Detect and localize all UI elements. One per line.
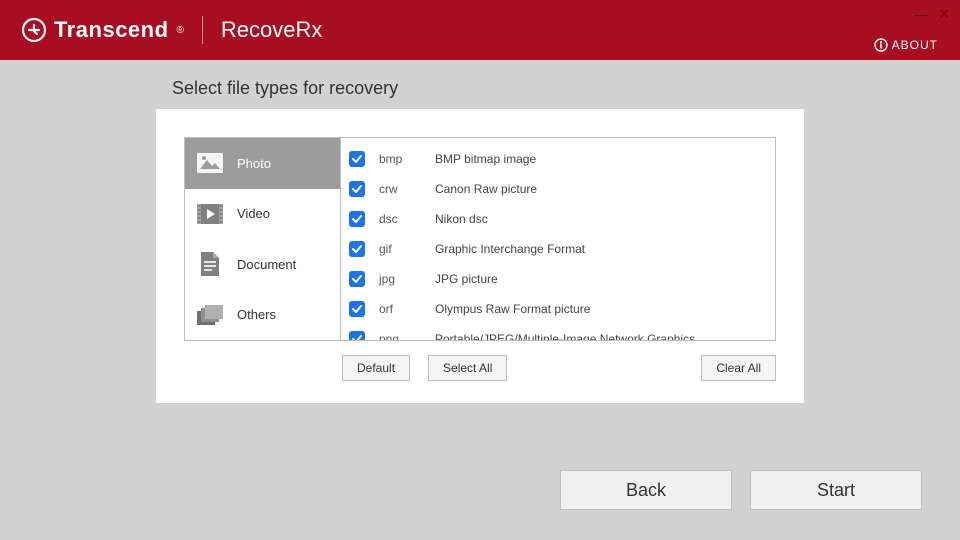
category-document[interactable]: Document [185,239,340,290]
checkbox[interactable] [349,301,365,317]
checkbox[interactable] [349,331,365,340]
back-button[interactable]: Back [560,470,732,510]
filetype-panel: Photo [184,137,776,341]
info-icon [874,38,888,52]
checkbox[interactable] [349,211,365,227]
brand-logo-icon [20,16,48,44]
footer-actions: Back Start [560,470,922,510]
file-type-row: jpg JPG picture [349,264,771,294]
photo-icon [195,152,225,174]
file-type-row: gif Graphic Interchange Format [349,234,771,264]
window-controls: — ✕ [914,6,950,23]
file-type-list[interactable]: bmp BMP bitmap image crw Canon Raw pictu… [341,138,775,340]
registered-mark: ® [177,25,184,36]
category-others[interactable]: Others [185,290,340,341]
file-desc: Graphic Interchange Format [435,242,585,256]
file-desc: Canon Raw picture [435,182,537,196]
start-button[interactable]: Start [750,470,922,510]
file-ext: orf [379,302,435,316]
category-label: Others [237,307,276,322]
brand-logo: Transcend ® [20,16,184,44]
file-desc: JPG picture [435,272,498,286]
document-icon [195,251,225,277]
file-type-row: bmp BMP bitmap image [349,144,771,174]
category-list: Photo [185,138,341,340]
category-label: Document [237,257,296,272]
minimize-button[interactable]: — [914,6,928,23]
about-link[interactable]: ABOUT [874,38,938,52]
select-all-button[interactable]: Select All [428,355,507,381]
category-label: Photo [237,156,271,171]
file-ext: png [379,332,435,340]
default-button[interactable]: Default [342,355,410,381]
video-icon [195,203,225,225]
file-type-row: png Portable/JPEG/Multiple-Image Network… [349,324,771,340]
file-desc: Portable/JPEG/Multiple-Image Network Gra… [435,332,695,340]
others-icon [195,303,225,327]
brand-name: Transcend [54,17,169,43]
file-desc: Nikon dsc [435,212,488,226]
close-button[interactable]: ✕ [938,6,950,23]
app-name: RecoveRx [221,17,322,43]
page-title: Select file types for recovery [172,78,960,99]
category-photo[interactable]: Photo [185,138,340,189]
file-desc: BMP bitmap image [435,152,536,166]
checkbox[interactable] [349,151,365,167]
file-ext: crw [379,182,435,196]
file-type-row: crw Canon Raw picture [349,174,771,204]
header-divider [202,16,203,44]
category-video[interactable]: Video [185,189,340,240]
clear-all-button[interactable]: Clear All [701,355,776,381]
category-label: Video [237,206,270,221]
checkbox[interactable] [349,181,365,197]
checkbox[interactable] [349,241,365,257]
file-desc: Olympus Raw Format picture [435,302,590,316]
file-ext: gif [379,242,435,256]
about-label: ABOUT [892,38,938,52]
file-ext: bmp [379,152,435,166]
file-ext: dsc [379,212,435,226]
file-ext: jpg [379,272,435,286]
action-row: Default Select All Clear All [184,355,776,381]
main-card: Photo [156,109,804,403]
file-type-row: dsc Nikon dsc [349,204,771,234]
file-type-row: orf Olympus Raw Format picture [349,294,771,324]
checkbox[interactable] [349,271,365,287]
app-header: Transcend ® RecoveRx — ✕ ABOUT [0,0,960,60]
